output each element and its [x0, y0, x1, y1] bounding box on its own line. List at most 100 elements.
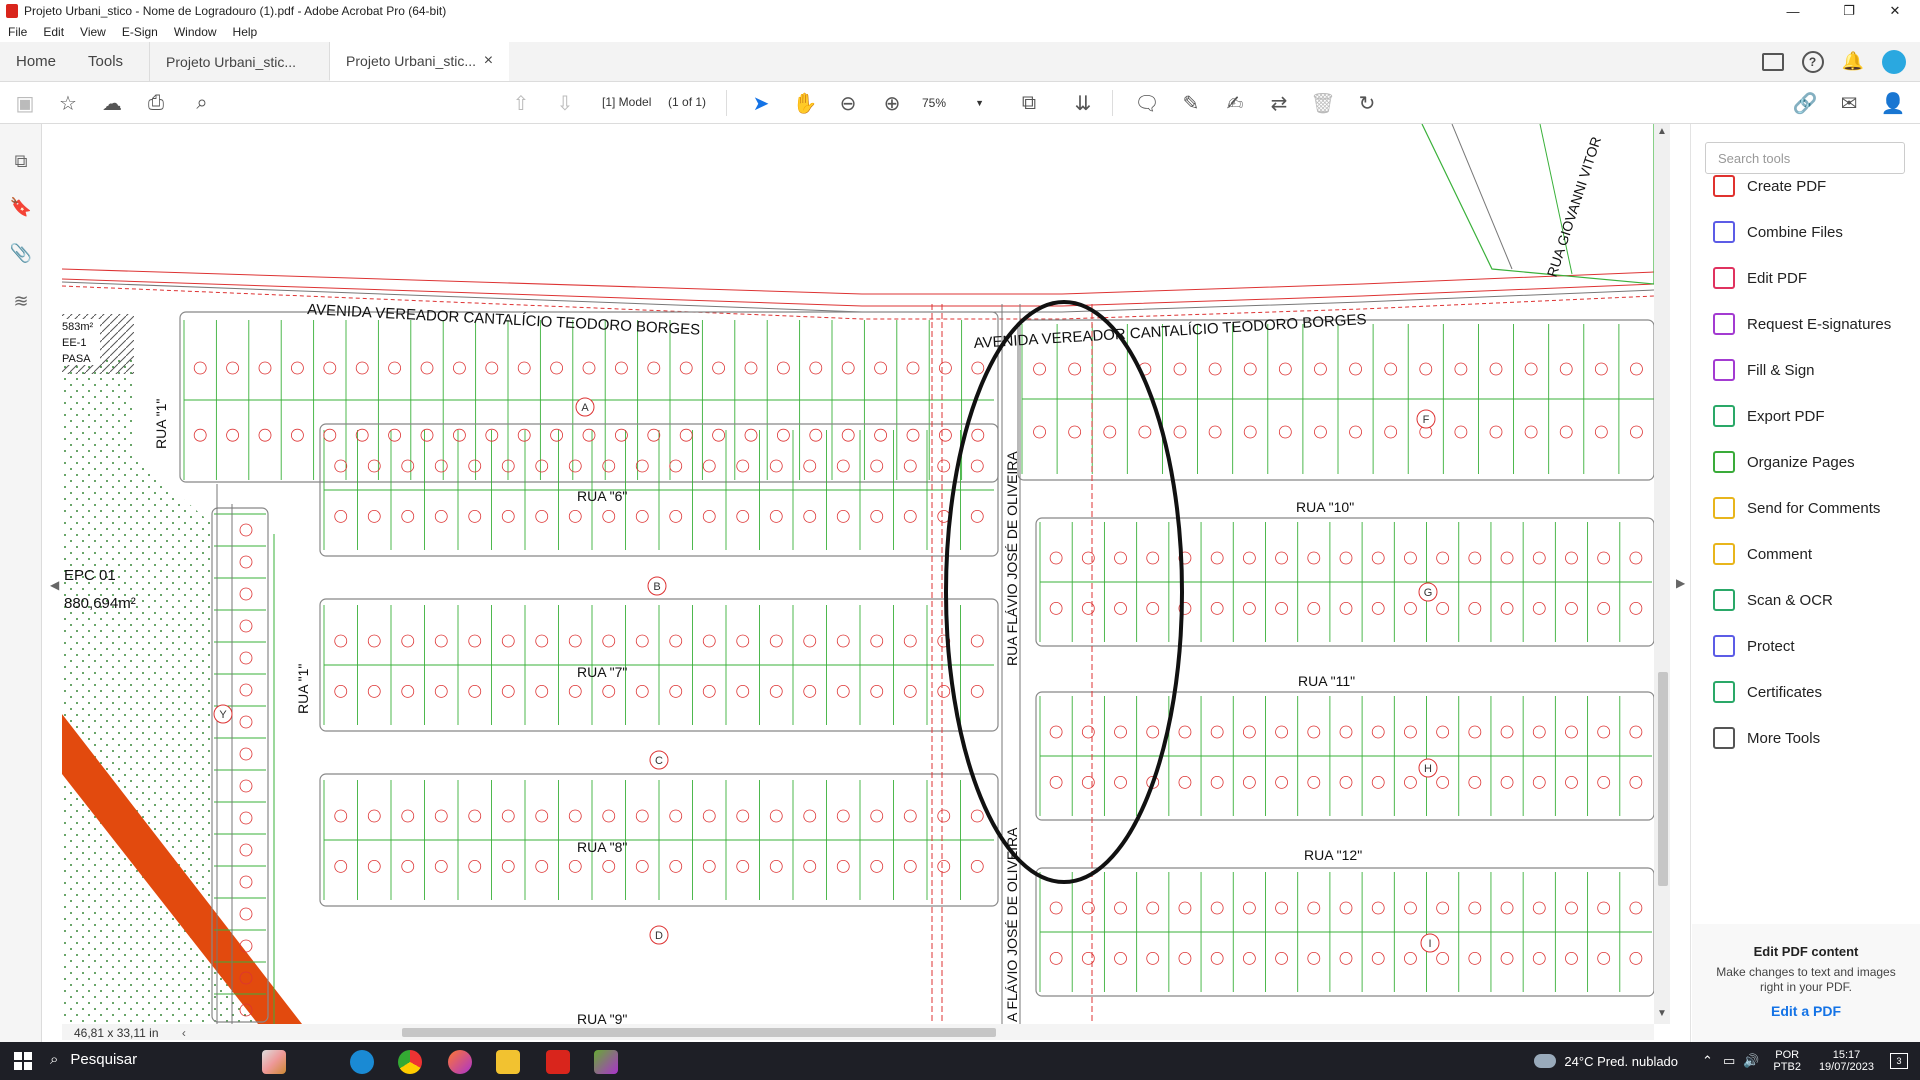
page-display-icon[interactable]: ⧉	[1016, 90, 1042, 116]
file-explorer-icon[interactable]	[496, 1050, 520, 1074]
lot-number-marker	[367, 685, 381, 698]
weather-text[interactable]: 24°C Pred. nublado	[1564, 1054, 1678, 1069]
zoom-out-icon[interactable]: ⊖	[835, 90, 861, 116]
account-avatar[interactable]	[1882, 49, 1906, 74]
edge-browser-icon[interactable]	[350, 1050, 374, 1074]
notification-center-icon[interactable]: 3	[1890, 1053, 1908, 1069]
scroll-left-icon[interactable]: ‹	[182, 1026, 186, 1040]
page-thumbnails-icon[interactable]: ⧉	[10, 150, 32, 172]
scroll-up-icon[interactable]: ▲	[1657, 126, 1667, 137]
zoom-in-icon[interactable]: ⊕	[879, 90, 905, 116]
tool-send-for-comments[interactable]: Send for Comments	[1713, 496, 1880, 520]
bookmarks-icon[interactable]: 🔖	[10, 196, 32, 218]
rotate-icon[interactable]: ↻	[1354, 90, 1380, 116]
close-tab-icon[interactable]: ×	[484, 52, 493, 70]
lot-number-marker	[1436, 725, 1450, 739]
news-widget-icon[interactable]	[262, 1050, 286, 1074]
edit-a-pdf-link[interactable]: Edit a PDF	[1692, 1003, 1920, 1019]
menu-file[interactable]: File	[0, 25, 35, 39]
document-canvas[interactable]: AVENIDA VEREADOR CANTALÍCIO TEODORO BORG…	[62, 124, 1654, 1024]
tool-more-tools[interactable]: More Tools	[1713, 726, 1820, 750]
next-page-icon[interactable]: ⇩	[552, 90, 578, 116]
menu-help[interactable]: Help	[225, 25, 266, 39]
page-label[interactable]: [1] Model	[602, 95, 651, 109]
tool-create-pdf[interactable]: Create PDF	[1713, 174, 1826, 198]
previous-page-icon[interactable]: ⇧	[508, 90, 534, 116]
firefox-browser-icon[interactable]	[448, 1050, 472, 1074]
select-cursor-icon[interactable]: ➤	[748, 90, 774, 116]
chrome-browser-icon[interactable]	[398, 1050, 422, 1074]
lot-number-marker	[1178, 952, 1192, 965]
tool-fill-sign[interactable]: Fill & Sign	[1713, 358, 1815, 382]
minimize-button[interactable]: —	[1770, 0, 1816, 22]
acrobat-taskbar-icon[interactable]	[546, 1050, 570, 1074]
highlight-pen-icon[interactable]: ✎	[1178, 90, 1204, 116]
tab-document-1[interactable]: Projeto Urbani_stic...	[149, 42, 329, 81]
lot-number-marker	[401, 459, 415, 473]
sign-icon[interactable]: ✍	[1222, 90, 1248, 116]
find-zoom-icon[interactable]: ⌕	[189, 90, 215, 116]
tool-organize-pages[interactable]: Organize Pages	[1713, 450, 1855, 474]
tool-certificates[interactable]: Certificates	[1713, 680, 1822, 704]
layers-icon[interactable]: ≋	[10, 290, 32, 312]
lot-number-marker	[1404, 952, 1417, 965]
search-tools-input[interactable]: Search tools	[1705, 142, 1905, 174]
windows-taskbar: ⌕ Pesquisar 24°C Pred. nublado ⌃ ▭ 🔊 POR…	[0, 1042, 1920, 1080]
upload-cloud-icon[interactable]: ☁	[99, 90, 125, 116]
email-icon[interactable]: ✉	[1836, 90, 1862, 116]
lot-number-marker	[1307, 776, 1321, 789]
network-icon[interactable]: ▭	[1723, 1053, 1735, 1069]
delete-icon[interactable]: 🗑	[1310, 90, 1336, 116]
lot-number-marker	[744, 428, 758, 442]
tab-home[interactable]: Home	[0, 42, 72, 81]
maximize-button[interactable]: ❐	[1826, 0, 1872, 22]
share-link-icon[interactable]: 🔗	[1792, 90, 1818, 116]
hand-tool-icon[interactable]: ✋	[792, 90, 818, 116]
tab-document-2[interactable]: Projeto Urbani_stic... ×	[329, 42, 510, 81]
vertical-scrollbar[interactable]: ▲ ▼	[1654, 124, 1670, 1024]
comment-icon[interactable]: 🗨	[1134, 90, 1160, 116]
input-language[interactable]: POR PTB2	[1773, 1049, 1801, 1073]
convert-icon[interactable]: ⇄	[1266, 90, 1292, 116]
horizontal-scroll-thumb[interactable]	[402, 1028, 996, 1037]
clock[interactable]: 15:17 19/07/2023	[1819, 1049, 1874, 1073]
tool-request-e-signatures[interactable]: Request E-signatures	[1713, 312, 1891, 336]
horizontal-scrollbar[interactable]	[62, 1024, 1654, 1040]
help-icon[interactable]: ?	[1801, 50, 1824, 73]
windows-start-icon[interactable]	[14, 1052, 32, 1070]
collapse-left-pane-icon[interactable]: ◀	[50, 578, 59, 592]
scroll-mode-icon[interactable]: ⇊	[1070, 90, 1096, 116]
user-settings-icon[interactable]: 👤	[1880, 90, 1906, 116]
close-window-button[interactable]: ✕	[1872, 0, 1918, 22]
show-hidden-icons[interactable]: ⌃	[1702, 1053, 1713, 1069]
weather-icon[interactable]	[1534, 1054, 1557, 1068]
save-icon[interactable]: ▣	[12, 90, 38, 116]
tool-edit-pdf[interactable]: Edit PDF	[1713, 266, 1807, 290]
tool-scan-ocr[interactable]: Scan & OCR	[1713, 588, 1833, 612]
bookmark-star-icon[interactable]: ☆	[55, 90, 81, 116]
app-taskbar-icon[interactable]	[594, 1050, 618, 1074]
menu-edit[interactable]: Edit	[35, 25, 72, 39]
zoom-level-select[interactable]: 75% ▼	[918, 92, 988, 114]
scroll-down-icon[interactable]: ▼	[1657, 1008, 1667, 1019]
tool-protect[interactable]: Protect	[1713, 634, 1795, 658]
share-screen-icon[interactable]	[1761, 52, 1784, 71]
menu-view[interactable]: View	[72, 25, 114, 39]
volume-icon[interactable]: 🔊	[1743, 1053, 1759, 1069]
taskbar-search[interactable]: ⌕ Pesquisar	[50, 1051, 137, 1068]
vertical-scroll-thumb[interactable]	[1658, 672, 1668, 886]
tool-comment-icon	[1713, 543, 1735, 565]
menu-esign[interactable]: E-Sign	[114, 25, 166, 39]
attachments-icon[interactable]: 📎	[10, 242, 32, 264]
notifications-bell-icon[interactable]: 🔔	[1842, 51, 1864, 72]
print-icon[interactable]: ⎙	[143, 90, 169, 116]
lot-number-marker	[334, 634, 348, 648]
tool-export-pdf[interactable]: Export PDF	[1713, 404, 1825, 428]
collapse-right-pane-icon[interactable]: ▶	[1676, 576, 1685, 590]
page-indicator[interactable]: [1] Model (1 of 1)	[602, 95, 706, 109]
tool-combine-files[interactable]: Combine Files	[1713, 220, 1843, 244]
tab-tools[interactable]: Tools	[72, 42, 139, 81]
menu-window[interactable]: Window	[166, 25, 225, 39]
tool-comment[interactable]: Comment	[1713, 542, 1812, 566]
lot-number-marker	[1565, 725, 1578, 739]
